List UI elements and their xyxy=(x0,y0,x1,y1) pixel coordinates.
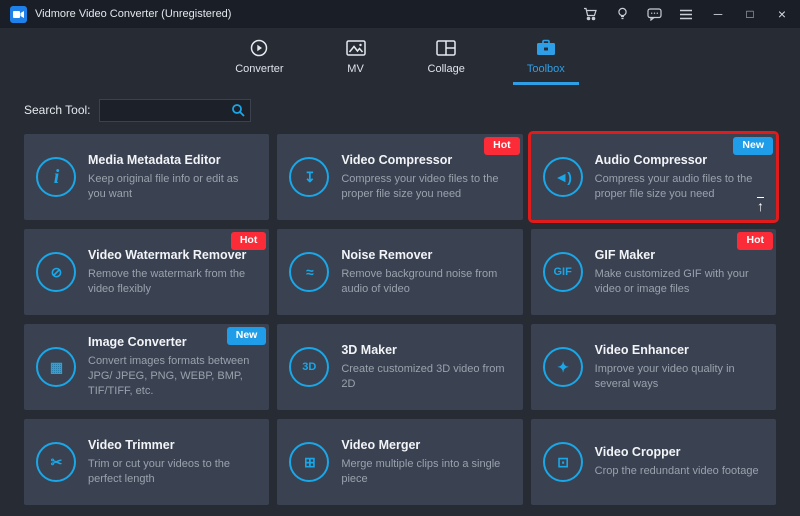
search-box xyxy=(99,99,251,122)
hot-badge: Hot xyxy=(737,232,773,250)
scroll-to-top-icon[interactable]: ↑ xyxy=(757,198,764,214)
watermark-remover-icon: ⊘ xyxy=(36,252,76,292)
audio-compressor-icon: ◄) xyxy=(543,157,583,197)
tab-toolbox-label: Toolbox xyxy=(527,63,565,75)
tab-converter-label: Converter xyxy=(235,63,283,75)
collage-icon xyxy=(436,38,456,58)
maximize-button[interactable]: □ xyxy=(742,7,758,21)
card-desc: Merge multiple clips into a single piece xyxy=(341,457,506,487)
search-row: Search Tool: xyxy=(24,98,800,122)
card-video-compressor[interactable]: Hot ↧ Video Compressor Compress your vid… xyxy=(277,134,522,220)
tab-collage-label: Collage xyxy=(428,63,465,75)
card-title: Video Enhancer xyxy=(595,343,760,357)
main-tabbar: Converter MV Collage Toolbox xyxy=(0,28,800,85)
card-3d-maker[interactable]: 3D 3D Maker Create customized 3D video f… xyxy=(277,324,522,410)
card-image-converter[interactable]: New ▦ Image Converter Convert images for… xyxy=(24,324,269,410)
app-logo-icon xyxy=(10,6,27,23)
card-title: Video Cropper xyxy=(595,445,760,459)
card-media-metadata-editor[interactable]: i Media Metadata Editor Keep original fi… xyxy=(24,134,269,220)
crop-icon: ⊡ xyxy=(543,442,583,482)
minimize-button[interactable]: ─ xyxy=(710,7,726,21)
card-video-watermark-remover[interactable]: Hot ⊘ Video Watermark Remover Remove the… xyxy=(24,229,269,315)
card-desc: Remove background noise from audio of vi… xyxy=(341,267,506,297)
merge-icon: ⊞ xyxy=(289,442,329,482)
card-desc: Compress your audio files to the proper … xyxy=(595,172,760,202)
toolbox-icon xyxy=(536,38,556,58)
card-noise-remover[interactable]: ≈ Noise Remover Remove background noise … xyxy=(277,229,522,315)
card-desc: Remove the watermark from the video flex… xyxy=(88,267,253,297)
card-title: Video Watermark Remover xyxy=(88,248,253,262)
app-title: Vidmore Video Converter (Unregistered) xyxy=(35,8,231,20)
card-desc: Trim or cut your videos to the perfect l… xyxy=(88,457,253,487)
card-gif-maker[interactable]: Hot GIF GIF Maker Make customized GIF wi… xyxy=(531,229,776,315)
card-desc: Crop the redundant video footage xyxy=(595,464,760,479)
cart-icon[interactable] xyxy=(582,6,598,22)
card-title: Media Metadata Editor xyxy=(88,153,253,167)
titlebar: Vidmore Video Converter (Unregistered) ─… xyxy=(0,0,800,28)
card-video-merger[interactable]: ⊞ Video Merger Merge multiple clips into… xyxy=(277,419,522,505)
card-video-enhancer[interactable]: ✦ Video Enhancer Improve your video qual… xyxy=(531,324,776,410)
info-icon: i xyxy=(36,157,76,197)
video-enhancer-icon: ✦ xyxy=(543,347,583,387)
card-audio-compressor[interactable]: New ◄) Audio Compressor Compress your au… xyxy=(531,134,776,220)
card-desc: Compress your video files to the proper … xyxy=(341,172,506,202)
three-d-maker-icon: 3D xyxy=(289,347,329,387)
card-title: Video Merger xyxy=(341,438,506,452)
feedback-icon[interactable] xyxy=(646,6,662,22)
card-title: Video Trimmer xyxy=(88,438,253,452)
search-icon[interactable] xyxy=(226,100,250,121)
close-button[interactable]: × xyxy=(774,6,790,22)
card-desc: Make customized GIF with your video or i… xyxy=(595,267,760,297)
menu-icon[interactable] xyxy=(678,6,694,22)
image-converter-icon: ▦ xyxy=(36,347,76,387)
card-title: GIF Maker xyxy=(595,248,760,262)
card-desc: Create customized 3D video from 2D xyxy=(341,362,506,392)
tab-mv-label: MV xyxy=(347,63,364,75)
tab-converter[interactable]: Converter xyxy=(221,28,297,85)
card-desc: Improve your video quality in several wa… xyxy=(595,362,760,392)
noise-remover-icon: ≈ xyxy=(289,252,329,292)
new-badge: New xyxy=(733,137,773,155)
card-video-trimmer[interactable]: ✂ Video Trimmer Trim or cut your videos … xyxy=(24,419,269,505)
card-video-cropper[interactable]: ⊡ Video Cropper Crop the redundant video… xyxy=(531,419,776,505)
new-badge: New xyxy=(227,327,267,345)
tab-mv[interactable]: MV xyxy=(332,28,380,85)
card-title: 3D Maker xyxy=(341,343,506,357)
video-compressor-icon: ↧ xyxy=(289,157,329,197)
search-input[interactable] xyxy=(100,103,226,117)
mv-icon xyxy=(346,38,366,58)
hot-badge: Hot xyxy=(231,232,267,250)
card-desc: Convert images formats between JPG/ JPEG… xyxy=(88,354,253,399)
tab-toolbox[interactable]: Toolbox xyxy=(513,28,579,85)
tab-collage[interactable]: Collage xyxy=(414,28,479,85)
card-desc: Keep original file info or edit as you w… xyxy=(88,172,253,202)
search-label: Search Tool: xyxy=(24,103,91,117)
card-title: Audio Compressor xyxy=(595,153,760,167)
gif-maker-icon: GIF xyxy=(543,252,583,292)
card-title: Noise Remover xyxy=(341,248,506,262)
scissors-icon: ✂ xyxy=(36,442,76,482)
converter-icon xyxy=(249,38,269,58)
hot-badge: Hot xyxy=(484,137,520,155)
toolbox-grid: i Media Metadata Editor Keep original fi… xyxy=(24,134,776,505)
card-title: Video Compressor xyxy=(341,153,506,167)
lamp-icon[interactable] xyxy=(614,6,630,22)
